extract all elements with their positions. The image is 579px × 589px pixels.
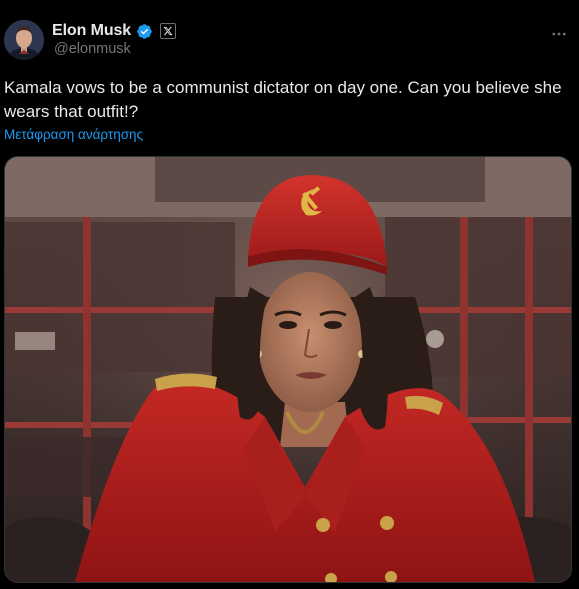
author-handle[interactable]: @elonmusk	[54, 41, 131, 57]
more-options-icon[interactable]	[549, 24, 569, 44]
name-row: Elon Musk	[52, 22, 177, 40]
user-avatar[interactable]	[4, 20, 44, 60]
avatar-photo-icon	[4, 20, 44, 60]
tweet-text: Kamala vows to be a communist dictator o…	[4, 78, 562, 121]
tweet-media-photo[interactable]	[4, 156, 572, 583]
attached-photo-icon	[5, 157, 571, 582]
translate-post-link[interactable]: Μετάφραση ανάρτησης	[4, 127, 143, 142]
tweet-header: Elon Musk @elonmusk	[4, 18, 579, 64]
verified-badge-icon[interactable]	[136, 23, 153, 40]
x-affiliate-badge-icon[interactable]	[160, 23, 177, 39]
author-display-name[interactable]: Elon Musk	[52, 22, 131, 40]
tweet-card[interactable]: Elon Musk @elonmusk Kamala vows to be a …	[0, 0, 579, 589]
